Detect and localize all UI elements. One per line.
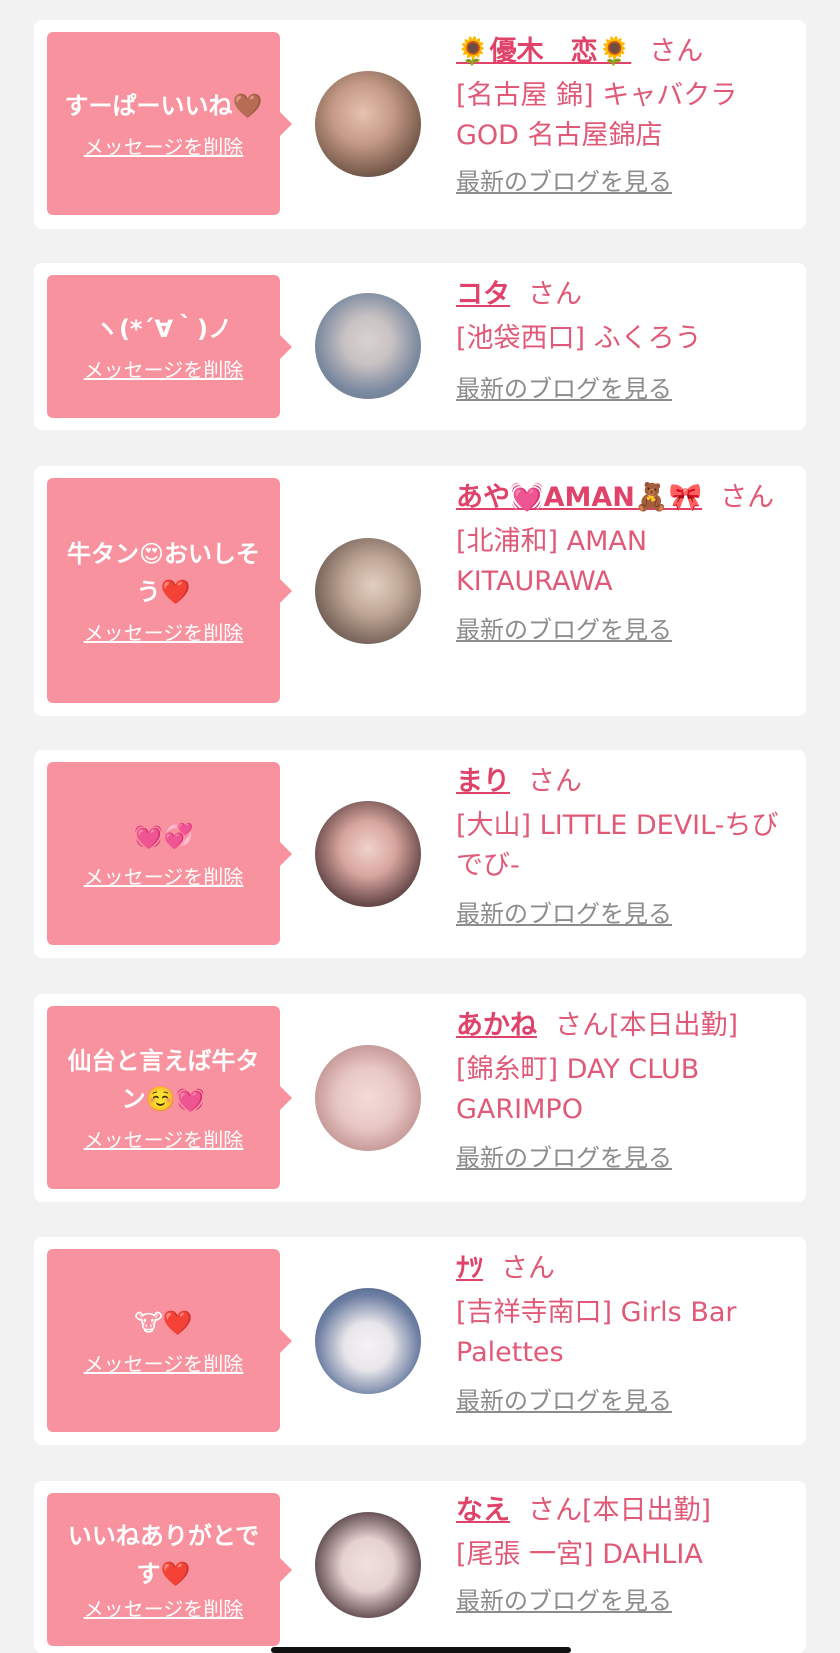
honorific: さん bbox=[720, 482, 775, 513]
message-text: 仙台と言えば牛タン☺️💓 bbox=[67, 1046, 260, 1113]
avatar[interactable] bbox=[315, 1045, 421, 1151]
home-indicator[interactable] bbox=[271, 1647, 571, 1653]
shop-name: [池袋西口] ふくろう bbox=[456, 323, 702, 354]
message-text: 牛タン😍おいしそう❤️ bbox=[66, 539, 261, 606]
delete-message-link[interactable]: メッセージを削除 bbox=[84, 133, 244, 161]
avatar[interactable] bbox=[315, 1288, 421, 1394]
shop-name: [名古屋 錦] キャバクラGOD 名古屋錦店 bbox=[456, 80, 738, 151]
list-item: すーぱーいいね🤎 メッセージを削除 🌻優木 恋🌻 さん [名古屋 錦] キャバクラ… bbox=[34, 20, 806, 229]
user-name-link[interactable]: ﾅﾂ bbox=[456, 1253, 483, 1284]
user-info: 🌻優木 恋🌻 さん [名古屋 錦] キャバクラGOD 名古屋錦店 最新のブログを見… bbox=[456, 32, 794, 198]
user-info: コタ さん [池袋西口] ふくろう 最新のブログを見る bbox=[456, 275, 794, 405]
user-name-link[interactable]: コタ bbox=[456, 279, 510, 310]
shop-name: [大山] LITTLE DEVIL-ちびでび- bbox=[456, 810, 779, 881]
list-item: 🐮❤️ メッセージを削除 ﾅﾂ さん [吉祥寺南口] Girls Bar Pale… bbox=[34, 1237, 806, 1445]
honorific: さん bbox=[528, 1495, 582, 1526]
latest-blog-link[interactable]: 最新のブログを見る bbox=[456, 614, 672, 646]
user-info: あや💓AMAN🧸🎀 さん [北浦和] AMAN KITAURAWA 最新のブログを… bbox=[456, 478, 794, 646]
delete-message-link[interactable]: メッセージを削除 bbox=[84, 1595, 244, 1623]
delete-message-link[interactable]: メッセージを削除 bbox=[84, 356, 244, 384]
message-text: 💓💞 bbox=[133, 821, 194, 850]
honorific: さん bbox=[501, 1253, 555, 1284]
message-text: 🐮❤️ bbox=[134, 1308, 193, 1337]
delete-message-link[interactable]: メッセージを削除 bbox=[84, 619, 244, 647]
user-info: まり さん [大山] LITTLE DEVIL-ちびでび- 最新のブログを見る bbox=[456, 762, 794, 930]
message-bubble: すーぱーいいね🤎 メッセージを削除 bbox=[47, 32, 292, 215]
avatar[interactable] bbox=[315, 538, 421, 644]
latest-blog-link[interactable]: 最新のブログを見る bbox=[456, 166, 672, 198]
message-bubble: いいねありがとです❤️ メッセージを削除 bbox=[47, 1493, 292, 1646]
avatar[interactable] bbox=[315, 1512, 421, 1618]
list-item: ヽ(*´∀｀)ノ メッセージを削除 コタ さん [池袋西口] ふくろう 最新のブロ… bbox=[34, 263, 806, 430]
user-info: なえ さん[本日出勤] [尾張 一宮] DAHLIA 最新のブログを見る bbox=[456, 1491, 794, 1617]
message-bubble: 💓💞 メッセージを削除 bbox=[47, 762, 292, 945]
delete-message-link[interactable]: メッセージを削除 bbox=[84, 863, 244, 891]
avatar[interactable] bbox=[315, 293, 421, 399]
message-text: すーぱーいいね🤎 bbox=[64, 91, 263, 120]
latest-blog-link[interactable]: 最新のブログを見る bbox=[456, 373, 672, 405]
status-badge: [本日出勤] bbox=[582, 1495, 712, 1526]
avatar[interactable] bbox=[315, 71, 421, 177]
list-item: 💓💞 メッセージを削除 まり さん [大山] LITTLE DEVIL-ちびでび-… bbox=[34, 750, 806, 958]
delete-message-link[interactable]: メッセージを削除 bbox=[84, 1126, 244, 1154]
message-bubble: 牛タン😍おいしそう❤️ メッセージを削除 bbox=[47, 478, 292, 703]
delete-message-link[interactable]: メッセージを削除 bbox=[84, 1350, 244, 1378]
avatar[interactable] bbox=[315, 801, 421, 907]
list-item: 仙台と言えば牛タン☺️💓 メッセージを削除 あかね さん[本日出勤] [錦糸町] … bbox=[34, 994, 806, 1202]
status-badge: [本日出勤] bbox=[609, 1010, 739, 1041]
user-info: あかね さん[本日出勤] [錦糸町] DAY CLUB GARIMPO 最新のブロ… bbox=[456, 1006, 794, 1174]
user-name-link[interactable]: あかね bbox=[456, 1010, 537, 1041]
user-name-link[interactable]: なえ bbox=[456, 1495, 510, 1526]
latest-blog-link[interactable]: 最新のブログを見る bbox=[456, 898, 672, 930]
honorific: さん bbox=[555, 1010, 609, 1041]
user-name-link[interactable]: あや💓AMAN🧸🎀 bbox=[456, 482, 702, 513]
message-bubble: 🐮❤️ メッセージを削除 bbox=[47, 1249, 292, 1432]
latest-blog-link[interactable]: 最新のブログを見る bbox=[456, 1585, 672, 1617]
message-text: いいねありがとです❤️ bbox=[67, 1521, 260, 1588]
honorific: さん bbox=[528, 766, 582, 797]
user-info: ﾅﾂ さん [吉祥寺南口] Girls Bar Palettes 最新のブログを見… bbox=[456, 1249, 794, 1417]
message-list: すーぱーいいね🤎 メッセージを削除 🌻優木 恋🌻 さん [名古屋 錦] キャバクラ… bbox=[0, 0, 840, 1653]
shop-name: [北浦和] AMAN KITAURAWA bbox=[456, 526, 648, 597]
shop-name: [錦糸町] DAY CLUB GARIMPO bbox=[456, 1054, 700, 1125]
honorific: さん bbox=[649, 36, 704, 67]
message-text: ヽ(*´∀｀)ノ bbox=[94, 314, 233, 343]
list-item: 牛タン😍おいしそう❤️ メッセージを削除 あや💓AMAN🧸🎀 さん [北浦和] A… bbox=[34, 466, 806, 716]
user-name-link[interactable]: まり bbox=[456, 766, 510, 797]
shop-name: [尾張 一宮] DAHLIA bbox=[456, 1539, 703, 1570]
list-item: いいねありがとです❤️ メッセージを削除 なえ さん[本日出勤] [尾張 一宮] … bbox=[34, 1481, 806, 1653]
message-bubble: ヽ(*´∀｀)ノ メッセージを削除 bbox=[47, 275, 292, 418]
shop-name: [吉祥寺南口] Girls Bar Palettes bbox=[456, 1297, 737, 1368]
message-bubble: 仙台と言えば牛タン☺️💓 メッセージを削除 bbox=[47, 1006, 292, 1189]
latest-blog-link[interactable]: 最新のブログを見る bbox=[456, 1142, 672, 1174]
user-name-link[interactable]: 🌻優木 恋🌻 bbox=[456, 36, 631, 67]
latest-blog-link[interactable]: 最新のブログを見る bbox=[456, 1385, 672, 1417]
honorific: さん bbox=[528, 279, 582, 310]
